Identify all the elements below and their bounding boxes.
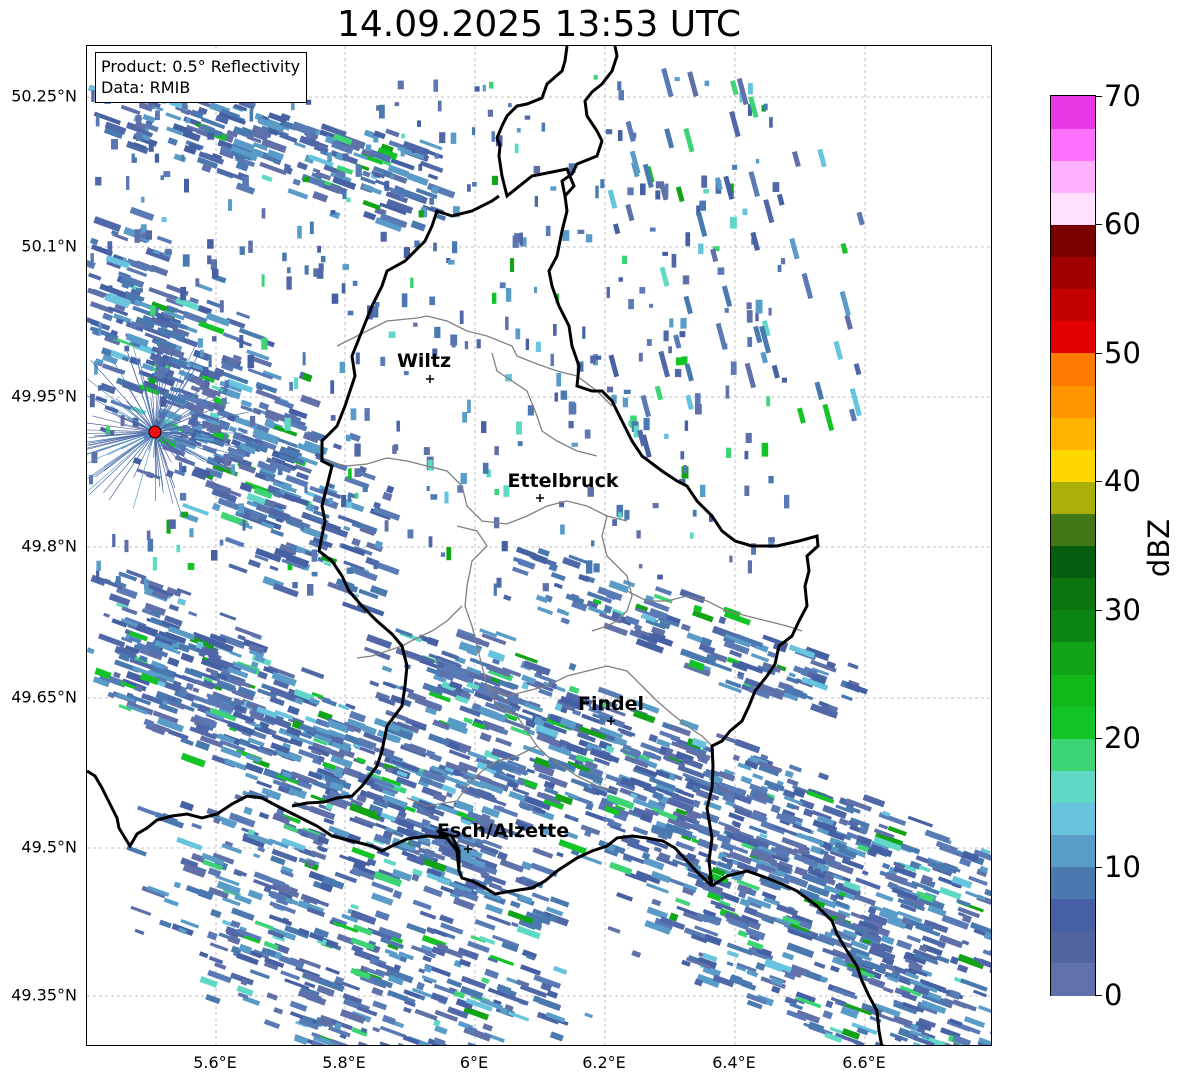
colorbar-segment bbox=[1051, 834, 1095, 868]
product-label: Product: 0.5° Reflectivity bbox=[101, 57, 301, 76]
colorbar-label: dBZ bbox=[1142, 518, 1176, 578]
data-source-label: Data: RMIB bbox=[101, 78, 191, 97]
radar-map[interactable] bbox=[86, 45, 992, 1046]
lon-label-5-6: 5.6°E bbox=[193, 1053, 237, 1072]
colorbar-segment bbox=[1051, 513, 1095, 547]
colorbar-tick-mark bbox=[1096, 224, 1102, 226]
colorbar-tick-label: 10 bbox=[1104, 849, 1141, 884]
colorbar-segment bbox=[1051, 417, 1095, 450]
colorbar-segment bbox=[1051, 738, 1095, 771]
colorbar-tick-label: 40 bbox=[1104, 464, 1141, 499]
colorbar-tick-label: 50 bbox=[1104, 335, 1141, 370]
colorbar bbox=[1050, 95, 1096, 996]
colorbar-segment bbox=[1051, 192, 1095, 226]
lat-label-49-95: 49.95°N bbox=[11, 386, 77, 406]
lat-label-50-25: 50.25°N bbox=[11, 86, 77, 106]
map-title: 14.09.2025 13:53 UTC bbox=[336, 4, 742, 45]
colorbar-segment bbox=[1051, 770, 1095, 803]
lon-label-6: 6°E bbox=[459, 1053, 489, 1072]
colorbar-segment bbox=[1051, 449, 1095, 482]
colorbar-tick-mark bbox=[1096, 352, 1102, 354]
colorbar-tick-mark bbox=[1096, 995, 1102, 996]
colorbar-segment bbox=[1051, 641, 1095, 675]
colorbar-tick-label: 0 bbox=[1104, 978, 1123, 1012]
radar-station-marker bbox=[148, 425, 162, 439]
colorbar-segment bbox=[1051, 866, 1095, 900]
lon-label-5-8: 5.8°E bbox=[322, 1053, 366, 1072]
colorbar-tick-mark bbox=[1096, 96, 1102, 97]
colorbar-tick-label: 60 bbox=[1104, 207, 1141, 242]
lat-label-49-35: 49.35°N bbox=[11, 985, 77, 1005]
colorbar-segment bbox=[1051, 352, 1095, 386]
city-label-ettelbruck: Ettelbruck bbox=[507, 470, 619, 492]
colorbar-segment bbox=[1051, 673, 1095, 707]
colorbar-tick-mark bbox=[1096, 738, 1102, 740]
colorbar-segment bbox=[1051, 224, 1095, 258]
city-label-esch-alzette: Esch/Alzette bbox=[436, 820, 570, 842]
colorbar-segment bbox=[1051, 609, 1095, 643]
lon-label-6-2: 6.2°E bbox=[582, 1053, 626, 1072]
colorbar-tick-mark bbox=[1096, 866, 1102, 868]
colorbar-tick-mark bbox=[1096, 481, 1102, 483]
lat-label-49-65: 49.65°N bbox=[11, 687, 77, 707]
colorbar-tick-mark bbox=[1096, 609, 1102, 611]
lat-label-49-8: 49.8°N bbox=[21, 536, 77, 556]
colorbar-segment bbox=[1051, 930, 1095, 964]
lat-label-50-1: 50.1°N bbox=[21, 236, 77, 256]
city-label-wiltz: Wiltz bbox=[396, 350, 452, 372]
colorbar-segment bbox=[1051, 545, 1095, 579]
colorbar-segment bbox=[1051, 160, 1095, 193]
lon-label-6-6: 6.6°E bbox=[842, 1053, 886, 1072]
product-info-box: Product: 0.5° Reflectivity Data: RMIB bbox=[95, 52, 308, 103]
colorbar-segment bbox=[1051, 96, 1095, 129]
city-label-findel: Findel bbox=[577, 693, 645, 715]
colorbar-tick-label: 70 bbox=[1104, 79, 1141, 113]
lat-label-49-5: 49.5°N bbox=[21, 837, 77, 857]
colorbar-segment bbox=[1051, 706, 1095, 739]
colorbar-segment bbox=[1051, 898, 1095, 932]
colorbar-segment bbox=[1051, 384, 1095, 418]
colorbar-segment bbox=[1051, 288, 1095, 322]
colorbar-segment bbox=[1051, 128, 1095, 161]
colorbar-tick-label: 20 bbox=[1104, 721, 1141, 756]
lon-label-6-4: 6.4°E bbox=[712, 1053, 756, 1072]
colorbar-segment bbox=[1051, 962, 1095, 996]
colorbar-segment bbox=[1051, 577, 1095, 611]
colorbar-segment bbox=[1051, 256, 1095, 290]
colorbar-segment bbox=[1051, 481, 1095, 514]
colorbar-segment bbox=[1051, 320, 1095, 354]
colorbar-segment bbox=[1051, 802, 1095, 836]
radar-map-canvas bbox=[87, 46, 991, 1045]
radar-echoes bbox=[87, 59, 991, 1045]
colorbar-tick-label: 30 bbox=[1104, 592, 1141, 627]
